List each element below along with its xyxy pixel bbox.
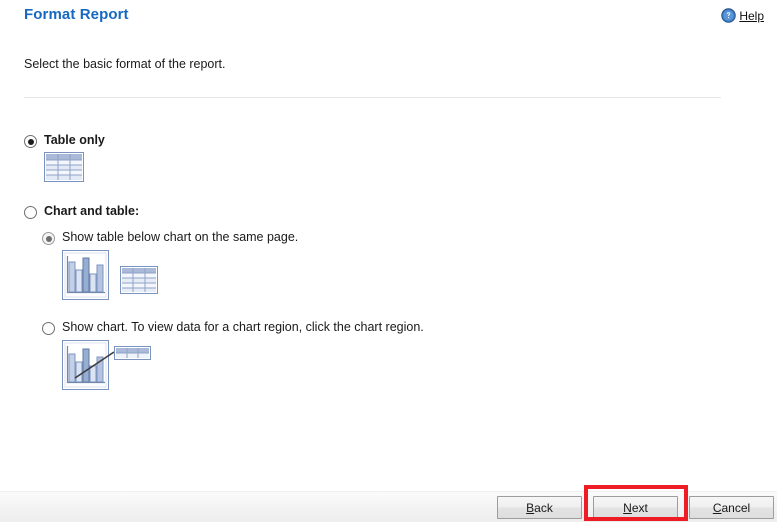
back-button[interactable]: Back — [497, 496, 582, 519]
back-rest: ack — [534, 500, 553, 515]
option-chart-and-table[interactable]: Chart and table: — [24, 204, 724, 219]
table-only-icon-area — [44, 152, 724, 182]
back-accel: B — [526, 500, 535, 515]
format-options-group: Table only Chart and table: Show table b… — [24, 133, 724, 390]
suboption-show-table-below-chart-label: Show table below chart on the same page. — [62, 230, 299, 244]
chart-drilldown-icon — [62, 340, 151, 390]
radio-show-chart-drilldown[interactable] — [42, 322, 55, 335]
help-link[interactable]: Help — [721, 8, 764, 23]
page-title: Format Report — [24, 6, 129, 23]
option-table-only[interactable]: Table only — [24, 133, 724, 148]
cancel-button-label: Cancel — [713, 501, 750, 515]
back-button-label: Back — [526, 501, 553, 515]
help-label: Help — [739, 8, 764, 23]
next-accel: N — [623, 500, 632, 515]
chart-drilldown-icon-area — [62, 340, 724, 390]
radio-chart-and-table[interactable] — [24, 206, 37, 219]
next-rest: ext — [631, 500, 648, 515]
next-button-label: Next — [623, 501, 648, 515]
radio-show-table-below-chart[interactable] — [42, 232, 55, 245]
option-table-only-label: Table only — [44, 133, 105, 147]
chart-and-table-suboptions: Show table below chart on the same page. — [42, 230, 724, 390]
table-icon-small — [120, 266, 158, 294]
next-button[interactable]: Next — [593, 496, 678, 519]
suboption-show-table-below-chart[interactable]: Show table below chart on the same page. — [42, 230, 724, 245]
cancel-button[interactable]: Cancel — [689, 496, 774, 519]
table-icon — [44, 152, 84, 182]
suboption-show-chart-drilldown[interactable]: Show chart. To view data for a chart reg… — [42, 320, 724, 335]
cancel-rest: ancel — [721, 500, 751, 515]
chart-and-table-icon-area — [62, 250, 724, 300]
header-divider — [24, 97, 721, 98]
intro-text: Select the basic format of the report. — [24, 57, 226, 71]
radio-table-only[interactable] — [24, 135, 37, 148]
help-circle-icon — [721, 8, 737, 23]
option-chart-and-table-label: Chart and table: — [44, 204, 140, 218]
chart-and-table-icon — [62, 250, 109, 300]
suboption-show-chart-drilldown-label: Show chart. To view data for a chart reg… — [62, 320, 424, 334]
